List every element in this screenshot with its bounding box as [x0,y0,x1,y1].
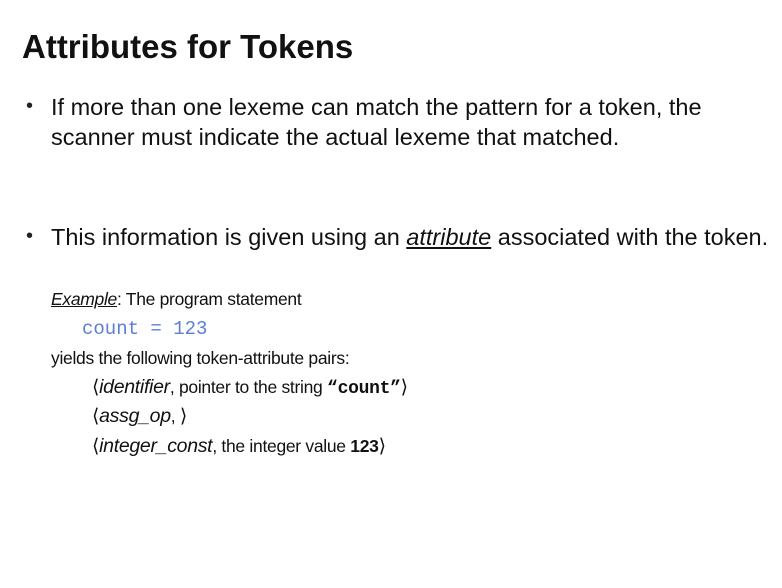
pair-identifier: ⟨identifier, pointer to the string “coun… [92,376,408,400]
pair-sep: , pointer to the string [169,377,328,397]
quote-close: ” [390,379,401,399]
attribute-term: attribute [406,224,492,250]
yields-line: yields the following token-attribute pai… [51,348,350,368]
bullet-dot-icon: • [26,95,34,117]
bullet-2-after: associated with the token. [491,224,769,250]
right-angle: ⟩ [179,406,187,427]
example-label: Example [51,289,117,309]
quote-open: “ [327,379,338,399]
pair-name: assg_op [99,405,171,427]
code-statement: count = 123 [82,318,208,340]
bullet-1: If more than one lexeme can match the pa… [51,94,702,150]
bullet-2: This information is given using an attri… [51,222,771,252]
right-angle: ⟩ [378,436,386,457]
pair-name: identifier [99,376,170,398]
pair-name: integer_const [99,435,213,457]
example-rest: : The program statement [117,289,302,309]
slide-title: Attributes for Tokens [22,28,354,65]
pair-value: count [337,379,391,399]
bullet-2-before: This information is given using an [51,224,407,250]
bullet-dot-icon: • [26,225,34,247]
pair-assg-op: ⟨assg_op, ⟩ [92,405,187,428]
right-angle: ⟩ [400,377,408,398]
pair-integer-const: ⟨integer_const, the integer value 123⟩ [92,435,386,458]
slide: Attributes for Tokens • If more than one… [0,0,782,588]
pair-sep: , the integer value [212,436,351,456]
example-line: Example: The program statement [51,288,302,310]
pair-value: 123 [350,436,379,456]
pair-sep: , [170,406,180,426]
